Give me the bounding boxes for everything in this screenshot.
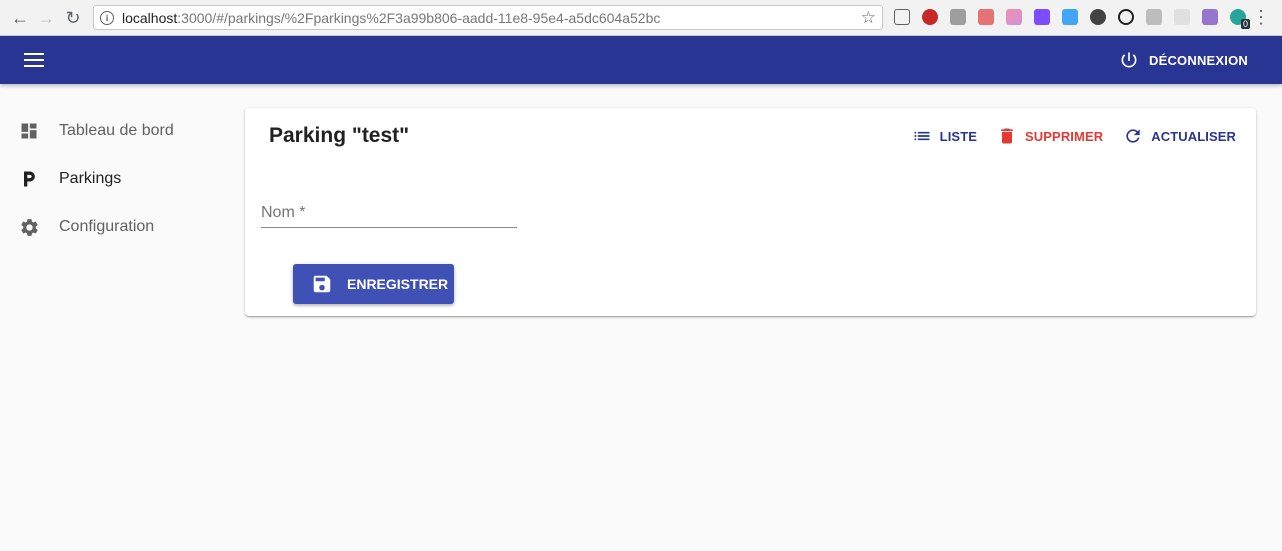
logout-label: DÉCONNEXION [1149, 52, 1248, 68]
address-bar[interactable]: i localhost:3000/#/parkings/%2Fparkings%… [93, 5, 883, 30]
back-arrow-icon[interactable]: ← [10, 8, 30, 28]
cast-icon[interactable] [894, 9, 910, 25]
app-bar: DÉCONNEXION [0, 36, 1282, 84]
url-host: localhost [122, 9, 178, 26]
forward-arrow-icon[interactable]: → [36, 8, 56, 28]
delete-button[interactable]: SUPPRIMER [997, 126, 1103, 146]
adblock-icon[interactable] [922, 9, 938, 25]
extension-icon[interactable] [1062, 9, 1078, 25]
sidebar-item-label: Tableau de bord [59, 122, 174, 139]
extension-icon[interactable] [1146, 9, 1162, 25]
list-icon [914, 131, 930, 141]
name-field[interactable]: Nom * [261, 202, 517, 228]
info-icon[interactable]: i [100, 10, 114, 25]
edit-card: Parking "test" LISTE SUPPRIMER ACTUALISE… [245, 108, 1256, 316]
sidebar-item-label: Configuration [59, 218, 155, 235]
dashboard-icon [18, 120, 40, 142]
browser-toolbar: ← → ↻ i localhost:3000/#/parkings/%2Fpar… [0, 0, 1282, 36]
extension-icon[interactable] [978, 9, 994, 25]
sidebar-item-parkings[interactable]: Parkings [0, 156, 230, 204]
bookmark-star-icon[interactable]: ☆ [861, 8, 876, 28]
extension-icon[interactable] [1090, 9, 1106, 25]
page-title: Parking "test" [269, 124, 410, 147]
browser-menu-icon[interactable]: ⋮ [1252, 7, 1270, 27]
refresh-icon [1126, 129, 1140, 143]
extension-icon[interactable] [950, 9, 966, 25]
list-button[interactable]: LISTE [912, 126, 977, 146]
extension-badge: 0 [1240, 19, 1250, 29]
menu-icon[interactable] [24, 53, 46, 69]
trash-icon [1001, 128, 1013, 144]
power-icon [1121, 52, 1137, 68]
sidebar: Tableau de bord Parkings Configuration [0, 108, 230, 252]
save-button[interactable]: ENREGISTRER [293, 264, 454, 304]
extension-icon[interactable]: 0 [1230, 9, 1250, 29]
reload-icon[interactable]: ↻ [63, 8, 83, 28]
card-actions: LISTE SUPPRIMER ACTUALISER [892, 126, 1236, 146]
settings-icon [18, 216, 40, 238]
name-input[interactable] [261, 202, 517, 227]
extension-icon[interactable] [1034, 9, 1050, 25]
sidebar-item-dashboard[interactable]: Tableau de bord [0, 108, 230, 156]
sidebar-item-configuration[interactable]: Configuration [0, 204, 230, 252]
delete-label: SUPPRIMER [1025, 128, 1104, 144]
url-path: :3000/#/parkings/%2Fparkings%2F3a99b806-… [177, 9, 661, 26]
parking-icon [18, 168, 40, 190]
save-label: ENREGISTRER [347, 276, 449, 292]
extension-icon[interactable] [1202, 9, 1218, 25]
refresh-button[interactable]: ACTUALISER [1123, 126, 1236, 146]
list-label: LISTE [939, 128, 978, 144]
extension-icon[interactable] [1006, 9, 1022, 25]
extension-icon[interactable] [1118, 9, 1134, 25]
save-icon [313, 275, 331, 293]
sidebar-item-label: Parkings [59, 170, 122, 187]
refresh-label: ACTUALISER [1151, 128, 1236, 144]
extension-icon[interactable] [1174, 9, 1190, 25]
logout-button[interactable]: DÉCONNEXION [1119, 48, 1248, 72]
